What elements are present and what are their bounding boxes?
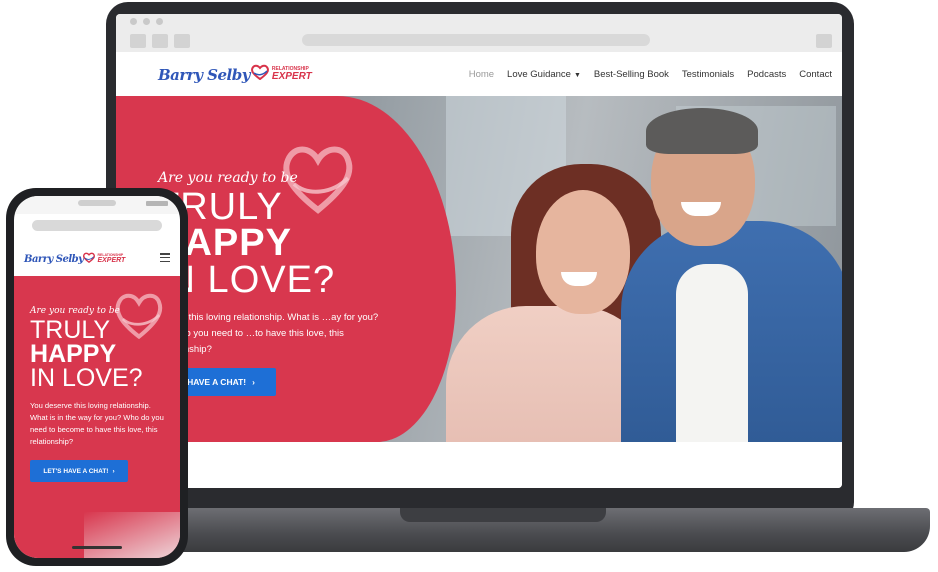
mobile-hero-section: Are you ready to be TRULY HAPPY IN LOVE?… — [14, 276, 180, 558]
window-dot[interactable] — [130, 18, 137, 25]
mobile-site-header: Barry Selby RELATIONSHIP EXPERT — [14, 240, 180, 276]
nav-best-selling-book[interactable]: Best-Selling Book — [594, 69, 669, 80]
logo-name: Barry Selby — [158, 65, 250, 84]
heart-icon — [250, 64, 269, 85]
hero-pretitle: Are you ready to be — [30, 306, 120, 316]
hamburger-menu-icon[interactable] — [160, 253, 170, 262]
content-area — [116, 442, 842, 488]
logo-tagline-bottom: EXPERT — [271, 71, 312, 82]
site-logo[interactable]: Barry Selby RELATIONSHIP EXPERT — [158, 64, 312, 85]
heart-icon — [115, 293, 163, 340]
signal-icon — [146, 201, 168, 206]
back-button[interactable] — [130, 34, 146, 48]
logo-tagline: RELATIONSHIP EXPERT — [97, 253, 126, 265]
window-dot[interactable] — [156, 18, 163, 25]
chat-cta-label: LET'S HAVE A CHAT! — [43, 467, 109, 475]
main-nav: Home Love Guidance ▼ Best-Selling Book Te… — [469, 52, 832, 96]
man-figure — [676, 264, 748, 442]
laptop-mockup: Barry Selby RELATIONSHIP EXPERT Home Lov… — [106, 2, 854, 524]
mobile-address-bar[interactable] — [32, 220, 162, 231]
logo-tagline-bottom: EXPERT — [97, 257, 126, 265]
phone-mockup: Barry Selby RELATIONSHIP EXPERT Are you … — [6, 188, 188, 566]
browser-chrome — [116, 14, 842, 52]
camera-notch — [78, 200, 116, 206]
hero-body-text: …erve this loving relationship. What is … — [158, 312, 379, 355]
logo-tagline: RELATIONSHIP EXPERT — [272, 67, 312, 82]
nav-testimonials[interactable]: Testimonials — [682, 69, 734, 80]
nav-contact[interactable]: Contact — [799, 69, 832, 80]
home-indicator[interactable] — [72, 546, 122, 549]
mobile-site-logo[interactable]: Barry Selby RELATIONSHIP EXPERT — [24, 250, 125, 268]
hero-image-fade — [84, 512, 180, 558]
site-header: Barry Selby RELATIONSHIP EXPERT Home Lov… — [116, 52, 842, 96]
laptop-notch — [400, 508, 606, 522]
logo-name: Barry Selby — [24, 253, 84, 265]
heart-icon — [83, 250, 96, 268]
chevron-right-icon: › — [112, 467, 115, 475]
hero-section: Are you ready to be TRULY HAPPY IN LOVE?… — [116, 96, 842, 442]
hero-pretitle: Are you ready to be — [158, 170, 298, 186]
woman-figure — [536, 190, 630, 314]
chat-cta-button[interactable]: LET'S HAVE A CHAT! › — [30, 460, 128, 482]
hero-title-line3: IN LOVE? — [30, 364, 143, 392]
hero-body-text: You deserve this loving relationship. Wh… — [30, 401, 164, 446]
phone-screen: Barry Selby RELATIONSHIP EXPERT Are you … — [14, 196, 180, 558]
chevron-down-icon: ▼ — [573, 71, 581, 79]
forward-button[interactable] — [152, 34, 168, 48]
phone-status-bar — [14, 196, 180, 214]
window-controls — [130, 18, 163, 25]
reload-button[interactable] — [174, 34, 190, 48]
chevron-right-icon: › — [252, 377, 255, 387]
nav-home[interactable]: Home — [469, 69, 494, 80]
man-figure — [646, 108, 758, 154]
nav-love-guidance[interactable]: Love Guidance ▼ — [507, 69, 581, 80]
nav-podcasts[interactable]: Podcasts — [747, 69, 786, 80]
address-bar[interactable] — [302, 34, 650, 46]
nav-love-guidance-label: Love Guidance — [507, 68, 571, 80]
laptop-screen: Barry Selby RELATIONSHIP EXPERT Home Lov… — [116, 14, 842, 488]
browser-menu-button[interactable] — [816, 34, 832, 48]
window-dot[interactable] — [143, 18, 150, 25]
